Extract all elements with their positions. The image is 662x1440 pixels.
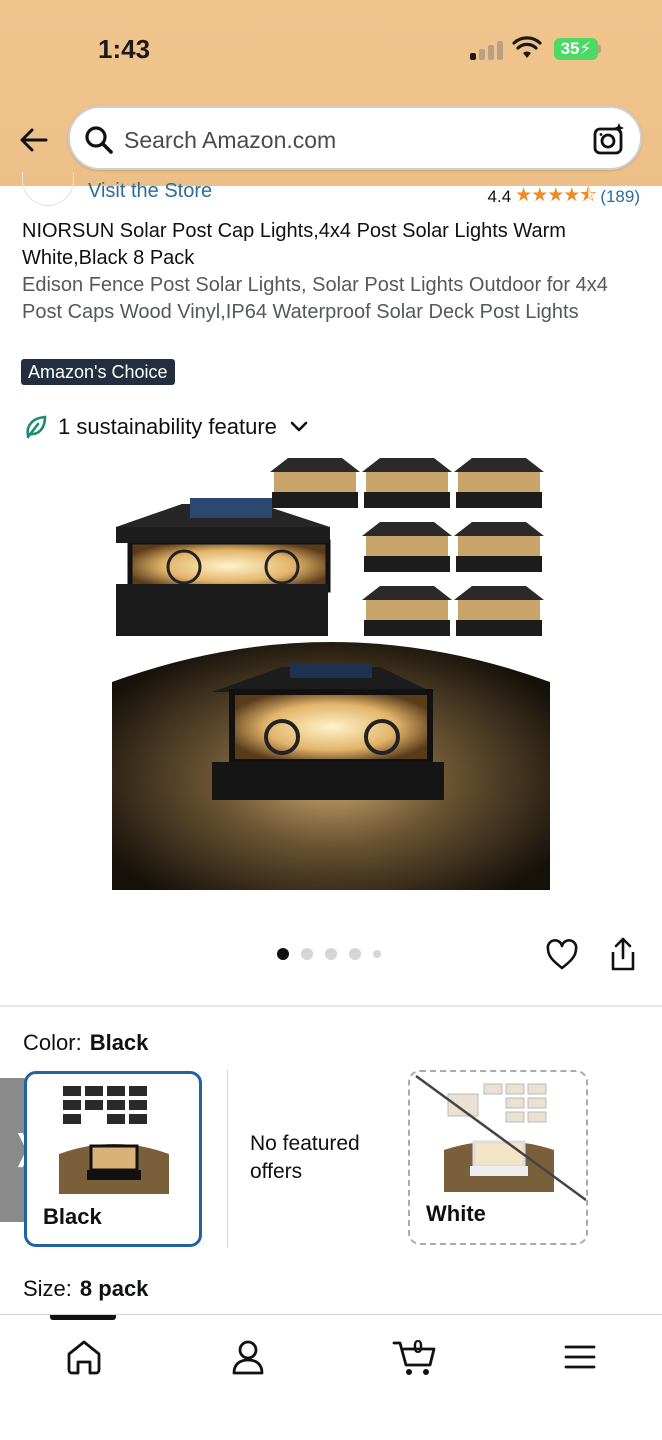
review-count[interactable]: (189) [600, 187, 640, 207]
menu-icon[interactable] [560, 1337, 600, 1377]
camera-search-icon[interactable] [592, 122, 626, 156]
active-tab-indicator [50, 1315, 116, 1320]
bottom-navigation: 0 [0, 1314, 662, 1440]
sustainability-label: 1 sustainability feature [58, 414, 277, 439]
size-selector-label: Size: 8 pack [23, 1276, 149, 1301]
account-icon[interactable] [228, 1337, 268, 1377]
product-subtitle: Edison Fence Post Solar Lights, Solar Po… [22, 274, 608, 323]
search-icon [85, 126, 113, 154]
swatch-label: White [426, 1201, 486, 1226]
swatch-divider [227, 1070, 228, 1248]
cell-signal-icon [470, 40, 506, 60]
no-featured-offers: No featured offers [250, 1132, 360, 1183]
color-swatch-white[interactable]: White [408, 1070, 588, 1245]
selected-size: 8 pack [79, 1276, 149, 1301]
product-title: NIORSUN Solar Post Cap Lights,4x4 Post S… [22, 220, 566, 269]
rating-value: 4.4 [487, 187, 512, 206]
pagination-dot[interactable] [277, 948, 289, 960]
chevron-down-icon [290, 421, 308, 432]
image-pagination[interactable] [277, 948, 381, 960]
amazons-choice-badge: Amazon's Choice [21, 359, 175, 385]
pagination-dot[interactable] [301, 948, 313, 960]
star-rating-icon: ★★★★⯪ [515, 185, 597, 206]
heart-icon[interactable] [545, 938, 579, 972]
color-swatch-black[interactable]: Black [24, 1071, 202, 1247]
home-icon[interactable] [64, 1337, 104, 1377]
pagination-dot[interactable] [349, 948, 361, 960]
visit-store-link[interactable]: Visit the Store [88, 180, 212, 203]
cart-icon[interactable]: 0 [392, 1337, 438, 1377]
battery-indicator: 35⚡ [554, 38, 598, 60]
status-time: 1:43 [98, 34, 151, 64]
leaf-icon [26, 415, 47, 439]
share-icon[interactable] [607, 936, 639, 972]
wifi-icon [512, 36, 542, 58]
selected-color: Black [89, 1030, 149, 1055]
battery-cap [598, 45, 601, 53]
cart-count: 0 [413, 1337, 423, 1357]
swatch-thumbnail [59, 1086, 169, 1194]
search-bar[interactable]: Search Amazon.com [68, 106, 642, 170]
store-logo[interactable] [22, 172, 74, 206]
rating-summary[interactable]: 4.4 ★★★★⯪ (189) [488, 181, 640, 213]
section-divider [0, 1005, 662, 1007]
back-arrow-icon[interactable] [18, 124, 50, 156]
pagination-dot[interactable] [325, 948, 337, 960]
sustainability-toggle[interactable]: 1 sustainability feature [24, 414, 309, 440]
product-image[interactable] [112, 452, 550, 890]
color-selector-label: Color: Black [23, 1030, 149, 1055]
search-input[interactable]: Search Amazon.com [124, 127, 336, 154]
swatch-label: Black [43, 1204, 102, 1229]
pagination-dot[interactable] [373, 950, 381, 958]
